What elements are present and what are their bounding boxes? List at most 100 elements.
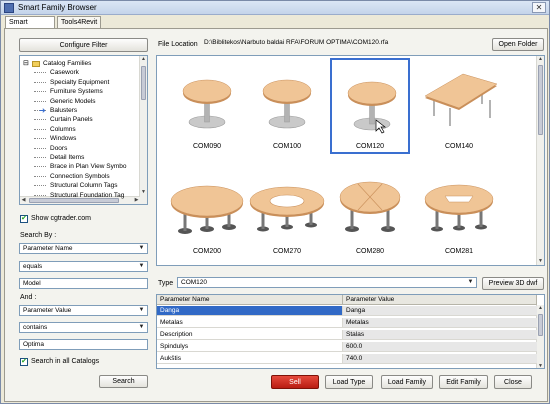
table-preview-image <box>249 186 325 232</box>
file-location-path: D:\Biblitekos\Narbuto baldai RFA\FORUM O… <box>204 39 389 46</box>
table-header-parameter-value: Parameter Value <box>343 295 537 305</box>
table-row[interactable]: Spindulys 600.0 <box>157 342 537 352</box>
family-thumbnail-label: COM120 <box>355 143 384 150</box>
table-vertical-scrollbar[interactable]: ▲ ▼ <box>536 305 544 368</box>
scroll-right-icon[interactable]: ▶ <box>133 197 140 204</box>
scroll-down-icon[interactable]: ▼ <box>140 189 147 196</box>
tree-item-label: Curtain Panels <box>50 116 93 124</box>
family-thumbnail-label: COM200 <box>192 248 221 255</box>
search-button[interactable]: Search <box>99 375 148 388</box>
parameter-value-cell[interactable]: 600.0 <box>343 342 537 352</box>
operator-value: equals <box>23 263 43 270</box>
family-thumbnail-com100[interactable]: COM100 <box>247 58 327 154</box>
and-parameter-select[interactable]: Parameter Value ▼ <box>19 305 148 316</box>
parameter-value-cell[interactable]: Danga <box>343 306 537 316</box>
tree-item-label: Catalog Families <box>43 60 92 67</box>
load-family-button[interactable]: Load Family <box>381 375 433 389</box>
family-thumbnail-label: COM280 <box>355 248 384 255</box>
parameter-name-cell[interactable]: Description <box>157 330 343 340</box>
configure-filter-button[interactable]: Configure Filter <box>19 38 148 52</box>
preview-3d-dwf-button[interactable]: Preview 3D dwf <box>482 277 544 290</box>
and-label: And : <box>20 294 37 301</box>
show-cgtrader-checkbox[interactable]: ✔ <box>20 215 28 223</box>
gallery-scroll-thumb[interactable] <box>538 65 543 135</box>
tree-connector <box>34 185 46 187</box>
chevron-down-icon: ▼ <box>138 307 145 313</box>
tree-item-label: Columns <box>50 125 76 133</box>
scroll-down-icon[interactable]: ▼ <box>537 258 544 265</box>
table-row[interactable]: Aukštis 740.0 <box>157 354 537 364</box>
tree-connector <box>34 119 46 121</box>
app-icon <box>4 3 14 13</box>
parameter-name-cell[interactable]: Aukštis <box>157 354 343 364</box>
tree-item-label: Casework <box>50 69 79 77</box>
tree-connector <box>34 81 46 83</box>
family-thumbnail-com120[interactable]: COM120 <box>330 58 410 154</box>
scroll-up-icon[interactable]: ▲ <box>140 56 147 63</box>
and-value-input[interactable]: Optima <box>19 339 148 350</box>
table-row[interactable]: Metalas Metalas <box>157 318 537 328</box>
parameter-name-cell[interactable]: Metalas <box>157 318 343 328</box>
parameter-value-cell[interactable]: Metalas <box>343 318 537 328</box>
parameter-name-cell[interactable]: Danga <box>157 306 343 316</box>
scroll-up-icon[interactable]: ▲ <box>537 305 544 312</box>
table-center-opening <box>269 194 305 208</box>
table-preview-image <box>424 184 494 232</box>
and-operator-select[interactable]: contains ▼ <box>19 322 148 333</box>
table-row[interactable]: Description Stalas <box>157 330 537 340</box>
family-thumbnail-label: COM281 <box>444 248 473 255</box>
tree-vertical-scrollbar[interactable]: ▲ ▼ <box>139 56 147 204</box>
parameter-name-cell[interactable]: Spindulys <box>157 342 343 352</box>
table-preview-image <box>339 181 401 232</box>
table-center-slot <box>444 195 474 203</box>
tab-tools4revit[interactable]: Tools4Revit <box>57 16 101 28</box>
table-row[interactable]: Danga Danga <box>157 306 537 316</box>
scroll-left-icon[interactable]: ◀ <box>20 197 27 204</box>
type-value: COM120 <box>181 279 208 286</box>
search-by-select[interactable]: Parameter Name ▼ <box>19 243 148 254</box>
gallery-vertical-scrollbar[interactable]: ▲ ▼ <box>536 56 544 265</box>
chevron-down-icon: ▼ <box>138 263 145 269</box>
table-preview-image <box>347 81 397 134</box>
window-title: Smart Family Browser <box>18 3 97 12</box>
search-value-input[interactable]: Model <box>19 278 148 289</box>
table-preview-image <box>424 73 498 126</box>
search-all-catalogs-checkbox[interactable]: ✔ <box>20 358 28 366</box>
chevron-down-icon: ▼ <box>467 279 474 285</box>
open-folder-button[interactable]: Open Folder <box>492 38 544 51</box>
operator-select[interactable]: equals ▼ <box>19 261 148 272</box>
family-gallery[interactable]: ▲ ▼ COM090 COM100 COM120 COM140 COM200 COM270… <box>156 55 545 266</box>
table-scroll-thumb[interactable] <box>538 314 543 336</box>
catalog-tree[interactable]: ▲ ▼ ◀ ▶ ⊟ Catalog Families Casework Special… <box>19 55 148 205</box>
family-thumbnail-label: COM270 <box>272 248 301 255</box>
close-button[interactable]: Close <box>494 375 532 389</box>
family-thumbnail-com270[interactable]: COM270 <box>247 163 327 259</box>
parameters-table[interactable]: Parameter Name Parameter Value ▲ ▼ Danga… <box>156 294 545 369</box>
tree-connector <box>34 166 46 168</box>
family-thumbnail-com140[interactable]: COM140 <box>419 58 499 154</box>
load-type-button[interactable]: Load Type <box>325 375 373 389</box>
family-thumbnail-com090[interactable]: COM090 <box>167 58 247 154</box>
chevron-down-icon: ▼ <box>138 324 145 330</box>
parameter-value-cell[interactable]: Stalas <box>343 330 537 340</box>
type-select[interactable]: COM120 ▼ <box>177 277 477 288</box>
tree-item-label: Windows <box>50 135 77 143</box>
scroll-up-icon[interactable]: ▲ <box>537 56 544 63</box>
collapse-icon[interactable]: ⊟ <box>23 59 29 68</box>
parameter-value-cell[interactable]: 740.0 <box>343 354 537 364</box>
family-thumbnail-com280[interactable]: COM280 <box>330 163 410 259</box>
tree-item-label: Structural Foundation Tag <box>50 191 125 199</box>
edit-family-button[interactable]: Edit Family <box>439 375 488 389</box>
tree-scroll-thumb[interactable] <box>141 66 146 100</box>
close-window-button[interactable]: ✕ <box>532 2 546 13</box>
tree-item-label: Balusters <box>50 107 78 114</box>
family-thumbnail-com200[interactable]: COM200 <box>167 163 247 259</box>
scroll-down-icon[interactable]: ▼ <box>537 363 544 368</box>
file-location-label: File Location <box>158 41 198 48</box>
tree-connector <box>34 175 46 177</box>
table-top <box>170 185 244 217</box>
type-label: Type <box>158 280 174 287</box>
sell-button[interactable]: Sell <box>271 375 319 389</box>
table-leg <box>489 100 491 118</box>
family-thumbnail-com281[interactable]: COM281 <box>419 163 499 259</box>
